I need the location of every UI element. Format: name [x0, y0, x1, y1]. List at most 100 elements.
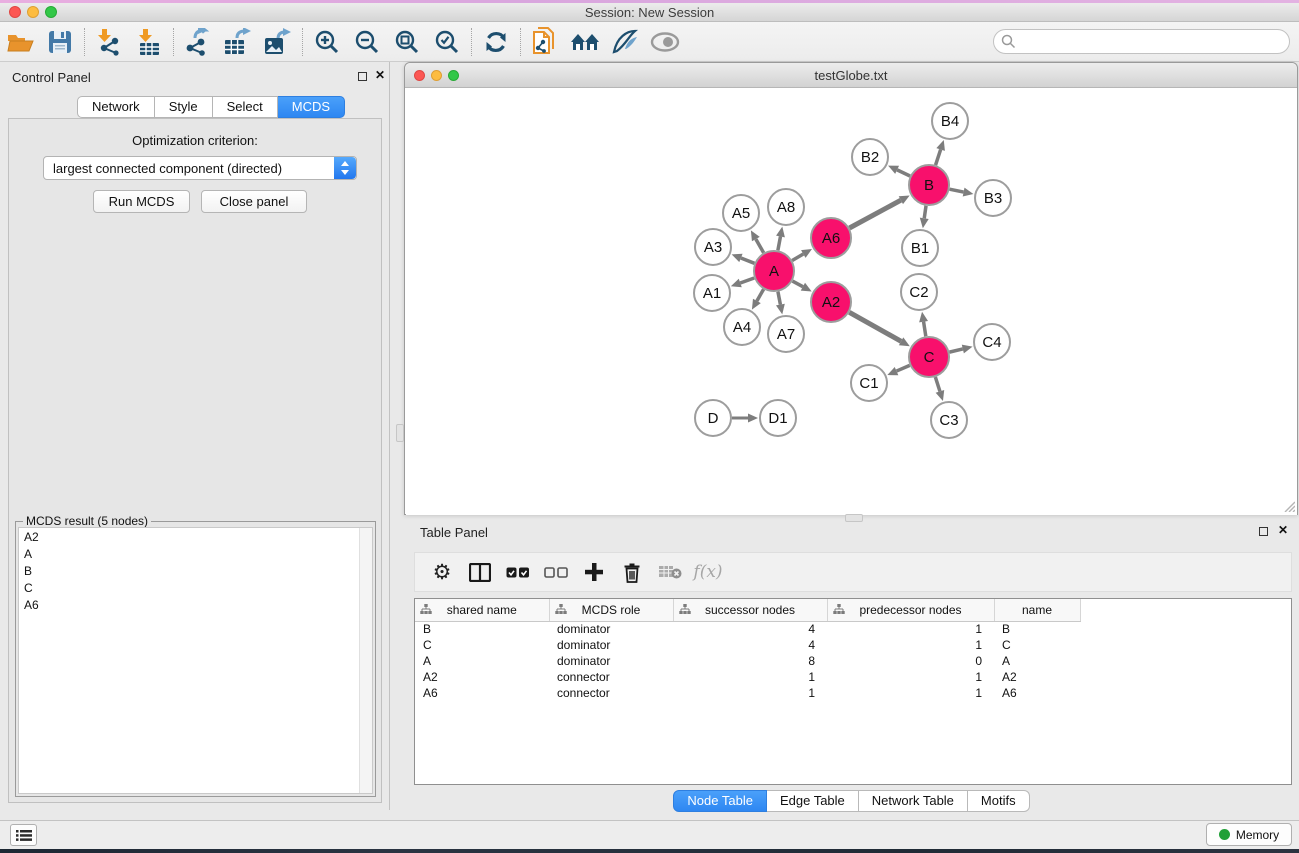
graph-edge-C-C2[interactable]	[919, 312, 928, 336]
graph-edge-A-A4[interactable]	[752, 289, 764, 309]
table-row[interactable]: A6connector11A6	[415, 685, 1080, 701]
tab-edge-table[interactable]: Edge Table	[767, 790, 859, 812]
graph-edge-A6-B[interactable]	[849, 195, 909, 228]
graph-node-C4[interactable]: C4	[974, 324, 1010, 360]
import-table-button[interactable]	[129, 25, 169, 59]
tab-style[interactable]: Style	[155, 96, 213, 118]
graph-node-B3[interactable]: B3	[975, 180, 1011, 216]
cell-successor-nodes[interactable]: 4	[673, 621, 827, 637]
table-row[interactable]: A2connector11A2	[415, 669, 1080, 685]
graph-node-A8[interactable]: A8	[768, 189, 804, 225]
graph-node-A1[interactable]: A1	[694, 275, 730, 311]
import-network-button[interactable]	[89, 25, 129, 59]
cell-predecessor-nodes[interactable]: 1	[827, 621, 994, 637]
result-item[interactable]: B	[19, 562, 372, 579]
cell-MCDS-role[interactable]: connector	[549, 685, 673, 701]
run-mcds-button[interactable]: Run MCDS	[93, 190, 190, 213]
mcds-result-list[interactable]: A2ABCA6	[18, 527, 373, 794]
export-network-button[interactable]	[178, 25, 218, 59]
cell-shared-name[interactable]: B	[415, 621, 549, 637]
graph-edge-A-A5[interactable]	[751, 230, 764, 252]
show-columns-button[interactable]	[461, 555, 499, 589]
cell-MCDS-role[interactable]: dominator	[549, 637, 673, 653]
window-resize-grip[interactable]	[1282, 499, 1295, 512]
add-row-button[interactable]	[575, 555, 613, 589]
graph-node-D1[interactable]: D1	[760, 400, 796, 436]
cell-predecessor-nodes[interactable]: 1	[827, 669, 994, 685]
criterion-dropdown[interactable]: largest connected component (directed)	[43, 156, 357, 180]
column-header-name[interactable]: name	[994, 599, 1080, 621]
cell-shared-name[interactable]: A6	[415, 685, 549, 701]
close-panel-icon[interactable]: ✕	[375, 68, 385, 82]
graph-node-B2[interactable]: B2	[852, 139, 888, 175]
graph-node-A5[interactable]: A5	[723, 195, 759, 231]
result-list-scrollbar[interactable]	[359, 528, 372, 793]
graph-edge-A-A8[interactable]	[776, 227, 785, 251]
graph-edge-C-C4[interactable]	[949, 345, 972, 354]
zoom-fit-button[interactable]	[387, 25, 427, 59]
graph-node-D[interactable]: D	[695, 400, 731, 436]
style-brush-button[interactable]	[605, 25, 645, 59]
eye-button[interactable]	[645, 25, 685, 59]
home-button[interactable]	[565, 25, 605, 59]
graph-node-C1[interactable]: C1	[851, 365, 887, 401]
graph-node-C[interactable]: C	[909, 337, 949, 377]
cell-MCDS-role[interactable]: dominator	[549, 621, 673, 637]
graph-node-B1[interactable]: B1	[902, 230, 938, 266]
cell-MCDS-role[interactable]: connector	[549, 669, 673, 685]
result-item[interactable]: A	[19, 545, 372, 562]
close-panel-button[interactable]: Close panel	[201, 190, 307, 213]
graph-edge-B-B1[interactable]	[920, 206, 929, 228]
graph-edge-A-A3[interactable]	[732, 254, 755, 264]
open-session-button[interactable]	[0, 25, 40, 59]
graph-node-A[interactable]: A	[754, 251, 794, 291]
select-all-button[interactable]	[499, 555, 537, 589]
cell-name[interactable]: A2	[994, 669, 1080, 685]
column-header-shared-name[interactable]: shared name	[415, 599, 549, 621]
graph-node-B[interactable]: B	[909, 165, 949, 205]
tab-motifs[interactable]: Motifs	[968, 790, 1030, 812]
table-close-panel-icon[interactable]: ✕	[1278, 523, 1288, 537]
result-item[interactable]: A2	[19, 528, 372, 545]
open-network-file-button[interactable]	[525, 25, 565, 59]
graph-edge-A-A7[interactable]	[776, 292, 785, 315]
cell-name[interactable]: C	[994, 637, 1080, 653]
float-panel-icon[interactable]	[358, 72, 367, 81]
graph-node-A3[interactable]: A3	[695, 229, 731, 265]
deselect-all-button[interactable]	[537, 555, 575, 589]
graph-node-B4[interactable]: B4	[932, 103, 968, 139]
graph-node-C3[interactable]: C3	[931, 402, 967, 438]
horizontal-split-handle[interactable]	[845, 514, 863, 522]
delete-row-button[interactable]	[613, 555, 651, 589]
cell-predecessor-nodes[interactable]: 1	[827, 637, 994, 653]
cell-successor-nodes[interactable]: 1	[673, 669, 827, 685]
graph-node-A4[interactable]: A4	[724, 309, 760, 345]
cell-MCDS-role[interactable]: dominator	[549, 653, 673, 669]
graph-edge-C-C3[interactable]	[935, 377, 944, 401]
task-history-button[interactable]	[10, 824, 37, 846]
graph-edge-A2-C[interactable]	[849, 312, 910, 346]
network-canvas[interactable]: AA1A2A3A4A5A6A7A8BB1B2B3B4CC1C2C3C4DD1	[406, 89, 1297, 515]
cell-shared-name[interactable]: A	[415, 653, 549, 669]
delete-table-button[interactable]	[651, 555, 689, 589]
cell-shared-name[interactable]: C	[415, 637, 549, 653]
function-builder-button[interactable]: f(x)	[689, 555, 727, 589]
graph-edge-C-C1[interactable]	[887, 365, 909, 375]
graph-edge-A-A6[interactable]	[792, 249, 812, 260]
graph-edge-B-B2[interactable]	[888, 166, 910, 176]
column-header-predecessor-nodes[interactable]: predecessor nodes	[827, 599, 994, 621]
export-image-button[interactable]	[258, 25, 298, 59]
table-row[interactable]: Adominator80A	[415, 653, 1080, 669]
column-header-successor-nodes[interactable]: successor nodes	[673, 599, 827, 621]
cell-name[interactable]: A6	[994, 685, 1080, 701]
cell-predecessor-nodes[interactable]: 1	[827, 685, 994, 701]
table-float-panel-icon[interactable]	[1259, 527, 1268, 536]
tab-select[interactable]: Select	[213, 96, 278, 118]
tab-network[interactable]: Network	[77, 96, 155, 118]
graph-edge-B-B4[interactable]	[936, 140, 945, 165]
cell-successor-nodes[interactable]: 4	[673, 637, 827, 653]
memory-button[interactable]: Memory	[1206, 823, 1292, 846]
graph-edge-B-B3[interactable]	[950, 188, 974, 197]
graph-node-A7[interactable]: A7	[768, 316, 804, 352]
cell-predecessor-nodes[interactable]: 0	[827, 653, 994, 669]
